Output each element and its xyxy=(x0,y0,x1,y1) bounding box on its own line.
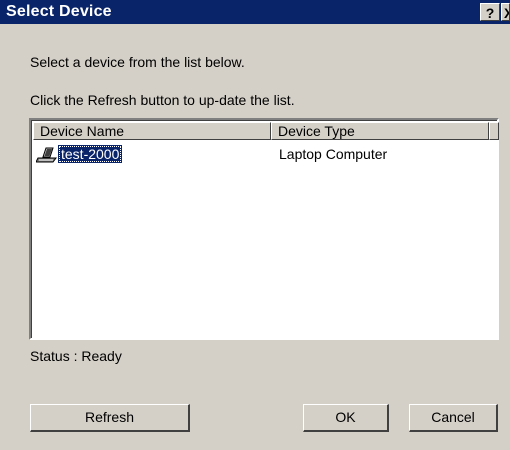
device-type-cell: Laptop Computer xyxy=(279,146,388,162)
close-button[interactable]: X xyxy=(501,3,510,21)
instruction-select: Select a device from the list below. xyxy=(30,54,245,70)
help-icon: ? xyxy=(485,5,495,21)
status-text: Status : Ready xyxy=(30,348,122,364)
device-name-cell[interactable]: test-2000 xyxy=(58,145,123,163)
cancel-button[interactable]: Cancel xyxy=(409,404,498,432)
instruction-refresh: Click the Refresh button to up-date the … xyxy=(30,92,295,108)
device-list[interactable]: Device Name Device Type test-2000 Laptop… xyxy=(29,118,499,340)
column-header-filler xyxy=(489,122,499,140)
refresh-button[interactable]: Refresh xyxy=(30,404,190,432)
title-bar[interactable]: Select Device ? X xyxy=(0,0,510,24)
column-header-device-name[interactable]: Device Name xyxy=(33,122,271,140)
device-list-frame: Device Name Device Type test-2000 Laptop… xyxy=(31,120,499,338)
help-button[interactable]: ? xyxy=(480,3,500,21)
window-title: Select Device xyxy=(6,3,112,20)
select-device-dialog: Select Device ? X Select a device from t… xyxy=(0,0,510,450)
device-row[interactable]: test-2000 Laptop Computer xyxy=(34,145,494,165)
column-header-device-type[interactable]: Device Type xyxy=(271,122,489,140)
ok-button[interactable]: OK xyxy=(303,404,389,432)
close-icon: X xyxy=(504,5,509,20)
